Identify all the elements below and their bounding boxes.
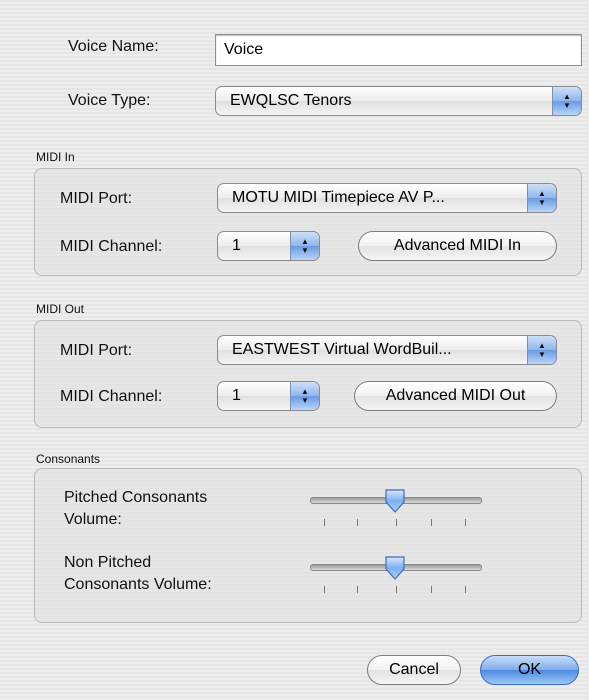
slider-thumb-icon[interactable] — [384, 488, 406, 514]
midi-out-title: MIDI Out — [36, 302, 85, 316]
midi-out-channel-select[interactable]: 1 ▲ ▼ — [217, 381, 320, 411]
midi-out-channel-value: 1 — [232, 387, 241, 404]
slider-tick — [431, 586, 432, 593]
slider-tick — [465, 519, 466, 526]
slider-tick — [431, 519, 432, 526]
slider-tick — [357, 519, 358, 526]
slider-tick — [324, 519, 325, 526]
midi-out-channel-label: MIDI Channel: — [60, 388, 163, 405]
voice-type-label: Voice Type: — [68, 92, 151, 109]
pitched-consonants-label: Pitched Consonants Volume: — [64, 487, 207, 531]
midi-in-port-select[interactable]: MOTU MIDI Timepiece AV P... ▲ ▼ — [217, 183, 557, 213]
voice-name-field[interactable]: Voice — [215, 34, 582, 66]
ok-button[interactable]: OK — [480, 655, 579, 685]
select-arrows-icon: ▲ ▼ — [552, 87, 581, 115]
midi-out-port-select[interactable]: EASTWEST Virtual WordBuil... ▲ ▼ — [217, 335, 557, 365]
midi-out-port-value: EASTWEST Virtual WordBuil... — [232, 341, 452, 358]
advanced-midi-in-button[interactable]: Advanced MIDI In — [358, 231, 557, 261]
consonants-title: Consonants — [36, 452, 101, 466]
select-arrows-icon: ▲ ▼ — [290, 382, 319, 410]
midi-out-port-label: MIDI Port: — [60, 342, 133, 359]
midi-in-port-value: MOTU MIDI Timepiece AV P... — [232, 189, 445, 206]
select-arrows-icon: ▲ ▼ — [290, 232, 319, 260]
advanced-midi-out-button[interactable]: Advanced MIDI Out — [354, 381, 557, 411]
pitched-consonants-label-line2: Volume: — [64, 511, 122, 528]
midi-in-channel-label: MIDI Channel: — [60, 238, 163, 255]
select-arrows-icon: ▲ ▼ — [527, 184, 556, 212]
midi-in-channel-value: 1 — [232, 237, 241, 254]
non-pitched-consonants-label-line1: Non Pitched — [64, 554, 152, 571]
voice-name-label: Voice Name: — [68, 38, 159, 55]
non-pitched-consonants-label: Non Pitched Consonants Volume: — [64, 552, 212, 596]
pitched-consonants-slider[interactable] — [310, 488, 482, 528]
slider-tick — [324, 586, 325, 593]
select-arrows-icon: ▲ ▼ — [527, 336, 556, 364]
slider-tick — [396, 519, 397, 526]
voice-type-value: EWQLSC Tenors — [230, 92, 352, 109]
voice-type-select[interactable]: EWQLSC Tenors ▲ ▼ — [215, 86, 582, 116]
slider-thumb-icon[interactable] — [384, 555, 406, 581]
midi-in-channel-select[interactable]: 1 ▲ ▼ — [217, 231, 320, 261]
non-pitched-consonants-label-line2: Consonants Volume: — [64, 576, 212, 593]
non-pitched-consonants-slider[interactable] — [310, 555, 482, 595]
pitched-consonants-label-line1: Pitched Consonants — [64, 489, 208, 506]
slider-tick — [465, 586, 466, 593]
midi-in-port-label: MIDI Port: — [60, 190, 133, 207]
slider-tick — [396, 586, 397, 593]
midi-in-title: MIDI In — [36, 150, 75, 164]
cancel-button[interactable]: Cancel — [367, 655, 461, 685]
slider-tick — [357, 586, 358, 593]
